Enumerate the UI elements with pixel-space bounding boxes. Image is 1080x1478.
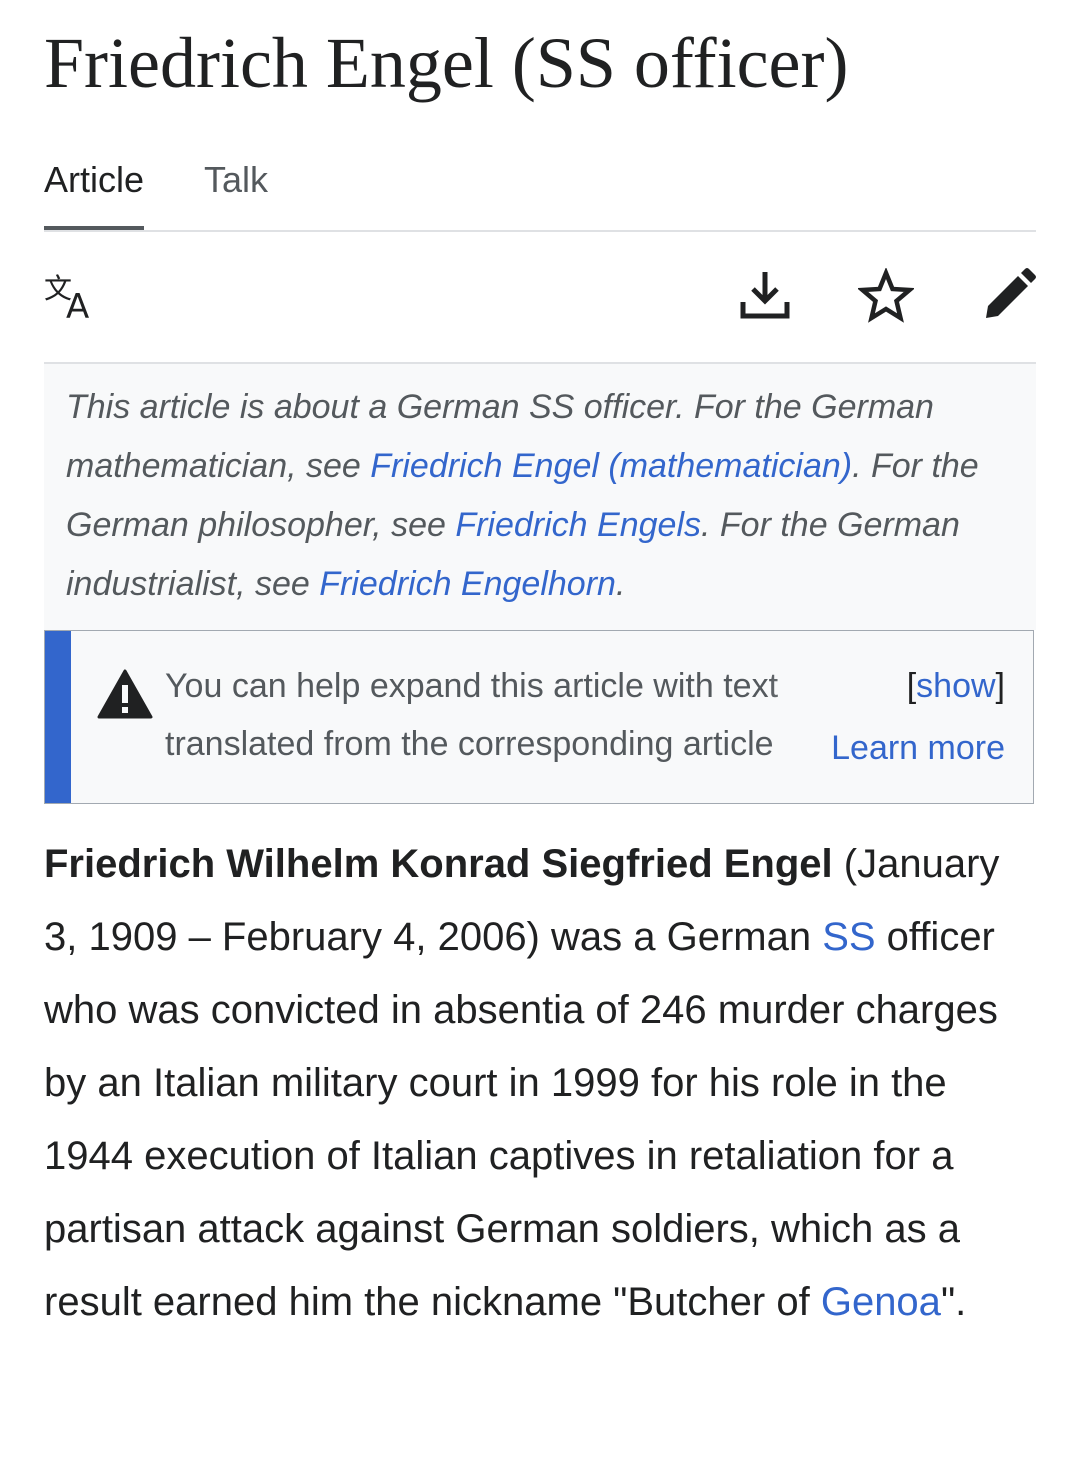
translate-icon[interactable]: 文 A: [44, 270, 100, 320]
link-friedrich-engel-mathematician[interactable]: Friedrich Engel (mathematician): [370, 447, 852, 485]
lead-text-3: ".: [940, 1280, 967, 1324]
show-bracket-open: [: [906, 667, 917, 705]
learn-more-link[interactable]: Learn more: [831, 719, 1005, 777]
link-genoa[interactable]: Genoa: [821, 1280, 941, 1324]
notice-line-2: translated from the corresponding articl…: [165, 725, 774, 763]
page-title: Friedrich Engel (SS officer): [44, 23, 849, 103]
svg-text:A: A: [66, 287, 89, 320]
namespace-tabs: Article Talk: [44, 150, 1036, 232]
tab-talk[interactable]: Talk: [204, 158, 268, 202]
notice-accent-bar: [45, 631, 71, 803]
link-friedrich-engels[interactable]: Friedrich Engels: [455, 506, 701, 544]
lead-text-2: officer who was convicted in absentia of…: [44, 915, 998, 1324]
link-ss[interactable]: SS: [822, 915, 875, 959]
article-subject-name: Friedrich Wilhelm Konrad Siegfried Engel: [44, 842, 833, 886]
warning-icon: [97, 669, 153, 719]
notice-text: You can help expand this article with te…: [165, 657, 865, 773]
notice-line-1: You can help expand this article with te…: [165, 667, 779, 705]
page-actions-toolbar: 文 A: [44, 232, 1036, 364]
pencil-icon[interactable]: [982, 268, 1036, 322]
show-toggle: [show]: [907, 657, 1005, 715]
show-link[interactable]: show: [916, 667, 995, 705]
download-icon[interactable]: [738, 268, 792, 322]
star-icon[interactable]: [858, 268, 914, 324]
hatnote-text: This article is about a German SS office…: [66, 378, 1026, 614]
lead-paragraph: Friedrich Wilhelm Konrad Siegfried Engel…: [44, 828, 1034, 1339]
hatnote-text-4: .: [615, 565, 626, 603]
link-friedrich-engelhorn[interactable]: Friedrich Engelhorn: [319, 565, 616, 603]
tab-article[interactable]: Article: [44, 158, 145, 230]
hatnote: This article is about a German SS office…: [44, 364, 1036, 630]
show-bracket-close: ]: [995, 667, 1005, 705]
expand-translation-notice: You can help expand this article with te…: [44, 630, 1034, 804]
article-page: Friedrich Engel (SS officer) Article Tal…: [0, 0, 1080, 1478]
